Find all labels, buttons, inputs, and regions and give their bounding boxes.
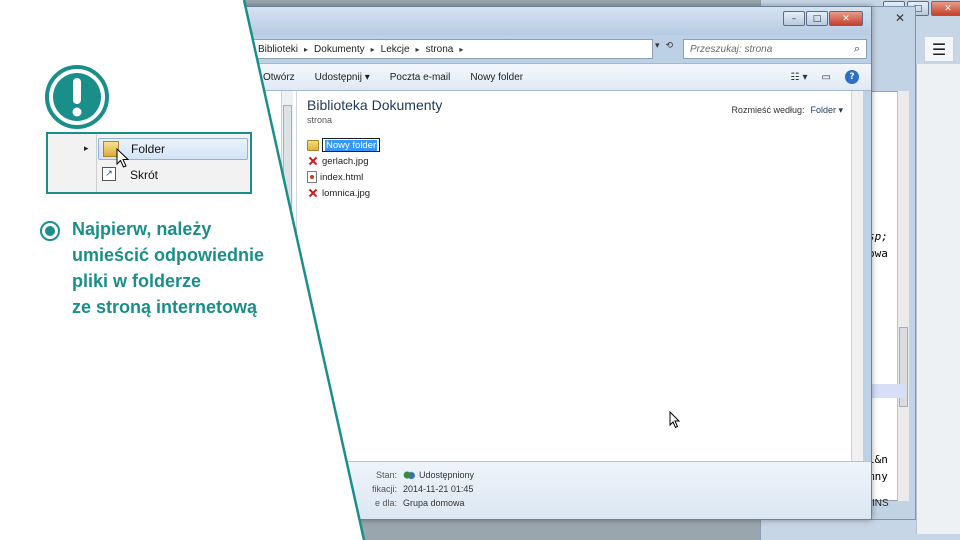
breadcrumb-arrow-icon[interactable]: ▸ — [371, 45, 375, 54]
instruction-caption: Najpierw, należy umieścić odpowiednie pl… — [40, 216, 300, 320]
mouse-cursor-icon — [669, 411, 681, 429]
new-folder-button[interactable]: Nowy folder — [460, 72, 533, 83]
context-menu-zoom: ▸ Folder ↗ Skrót — [46, 132, 252, 194]
file-item[interactable]: lomnica.jpg — [307, 185, 380, 201]
view-controls: ☷ ▾ ▭ ? — [790, 70, 859, 84]
html-file-icon — [307, 171, 317, 183]
breadcrumb-arrow-icon[interactable]: ▸ — [304, 45, 308, 54]
submenu-arrow-icon: ▸ — [84, 144, 89, 154]
file-item-new-folder[interactable]: Nowy folder — [307, 137, 381, 153]
detail-value: Grupa domowa — [403, 498, 465, 508]
share-button[interactable]: Udostępnij ▾ — [305, 72, 380, 83]
insert-mode-status: INS — [872, 498, 889, 509]
caption-line: ze stroną internetową — [72, 297, 258, 317]
explorer-window: – □ ✕ Biblioteki ▸ Dokumenty ▸ Lekcje ▸ … — [236, 6, 872, 520]
file-name: gerlach.jpg — [322, 155, 369, 167]
detail-status: Stan: Udostępniony — [337, 470, 474, 481]
refresh-icon[interactable]: ⟲ — [666, 41, 674, 51]
view-options-icon[interactable]: ☷ ▾ — [790, 72, 807, 83]
address-row: Biblioteki ▸ Dokumenty ▸ Lekcje ▸ strona… — [237, 37, 871, 63]
close-icon[interactable]: ✕ — [895, 11, 905, 31]
editor-scrollbar[interactable] — [897, 91, 909, 501]
address-bar[interactable]: Biblioteki ▸ Dokumenty ▸ Lekcje ▸ strona… — [249, 39, 653, 59]
file-name: index.html — [320, 171, 364, 183]
open-label: Otwórz — [263, 71, 295, 83]
close-button[interactable]: ✕ — [931, 1, 960, 16]
folder-icon — [307, 139, 319, 151]
file-view[interactable]: Biblioteka Dokumenty strona Rozmieść wed… — [297, 91, 863, 461]
editor-selected-line — [868, 384, 906, 398]
caption-line: pliki w folderze — [72, 271, 202, 291]
search-placeholder: Przeszukaj: strona — [690, 43, 773, 55]
menu-item-label: Skrót — [130, 168, 159, 182]
background-window-panel — [916, 64, 960, 534]
detail-label: Stan: — [375, 470, 397, 480]
menu-separator — [96, 134, 97, 192]
library-subtitle: strona — [307, 115, 333, 125]
search-input[interactable]: Przeszukaj: strona ⌕ — [683, 39, 867, 59]
preview-pane-icon[interactable]: ▭ — [822, 72, 831, 83]
window-controls: – □ ✕ — [783, 11, 863, 26]
breadcrumb-arrow-icon[interactable]: ▸ — [416, 45, 420, 54]
image-file-icon — [307, 155, 319, 167]
detail-shared-with: e dla: Grupa domowa — [337, 498, 465, 508]
details-pane: Stan: Udostępniony fikacji: 2014-11-21 01:… — [237, 461, 871, 519]
breadcrumb-item[interactable]: Lekcje — [381, 44, 410, 55]
mouse-cursor-icon — [116, 148, 130, 168]
caption-line: Najpierw, należy — [72, 219, 212, 239]
file-item[interactable]: gerlach.jpg — [307, 153, 380, 169]
maximize-button[interactable]: □ — [806, 11, 828, 26]
breadcrumb-item[interactable]: Biblioteki — [258, 44, 298, 55]
caption-line: umieścić odpowiednie — [72, 245, 265, 265]
navigation-item[interactable]: ca — [251, 195, 261, 205]
rename-text: Nowy folder — [325, 139, 378, 151]
arrange-by: Rozmieść według: Folder ▾ — [731, 105, 843, 116]
close-button[interactable]: ✕ — [829, 11, 863, 26]
menu-item-label: Folder — [131, 142, 166, 156]
breadcrumb-arrow-icon[interactable]: ▸ — [459, 45, 463, 54]
detail-value: Udostępniony — [419, 470, 475, 480]
detail-modified: fikacji: 2014-11-21 01:45 — [337, 484, 473, 494]
file-name: lomnica.jpg — [322, 187, 371, 199]
email-button[interactable]: Poczta e-mail — [380, 72, 461, 83]
help-icon[interactable]: ? — [845, 70, 859, 84]
file-view-scrollbar[interactable] — [851, 91, 863, 461]
bullet-icon — [40, 221, 60, 241]
detail-label: fikacji: — [371, 484, 397, 494]
image-file-icon — [307, 187, 319, 199]
open-button[interactable]: Otwórz — [237, 72, 305, 83]
exclamation-icon — [45, 65, 109, 129]
search-icon[interactable]: ⌕ — [854, 42, 860, 56]
file-item[interactable]: index.html — [307, 169, 380, 185]
open-icon — [247, 72, 259, 82]
library-title: Biblioteka Dokumenty — [307, 97, 443, 113]
rename-input[interactable]: Nowy folder — [322, 138, 381, 152]
detail-label: e dla: — [374, 498, 397, 508]
address-buttons: ▾ ⟲ — [655, 41, 673, 51]
detail-value: 2014-11-21 01:45 — [403, 484, 474, 494]
history-dropdown-icon[interactable]: ▾ — [655, 41, 660, 51]
shared-users-icon — [403, 470, 415, 481]
shortcut-icon: ↗ — [102, 167, 116, 181]
minimize-button[interactable]: – — [783, 11, 805, 26]
command-bar: Otwórz Udostępnij ▾ Poczta e-mail Nowy f… — [237, 63, 871, 91]
arrange-by-label: Rozmieść według: — [731, 105, 805, 115]
breadcrumb-item[interactable]: Dokumenty — [314, 44, 365, 55]
breadcrumb-item[interactable]: strona — [426, 44, 454, 55]
arrange-by-dropdown[interactable]: Folder ▾ — [810, 105, 843, 115]
menu-icon[interactable]: ☰ — [924, 36, 954, 62]
explorer-titlebar[interactable]: – □ ✕ — [237, 7, 871, 35]
file-list: Nowy folder gerlach.jpg index.html lomni… — [307, 137, 381, 201]
